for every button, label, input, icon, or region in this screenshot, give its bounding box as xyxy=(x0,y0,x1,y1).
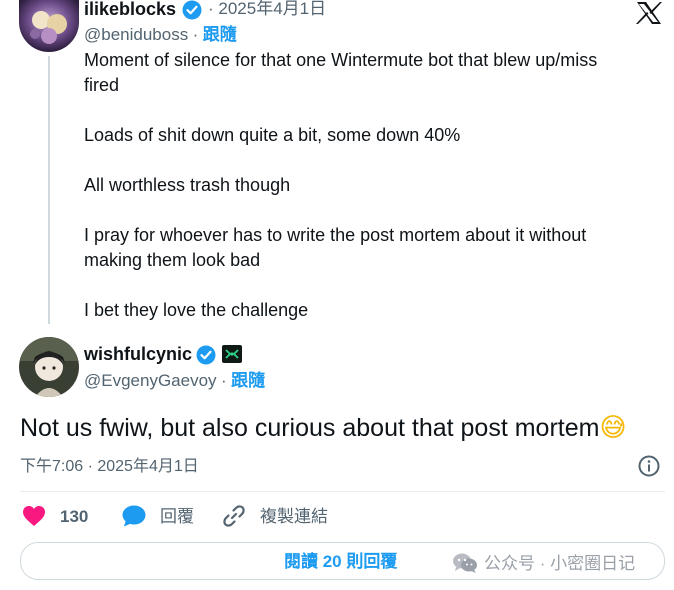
sweat-smile-emoji: 😅 xyxy=(599,413,627,443)
reply-label[interactable]: 回覆 xyxy=(160,506,194,528)
tweet-timestamp[interactable]: · 2025年4月1日 xyxy=(208,0,326,20)
reply-icon[interactable] xyxy=(121,504,147,528)
verified-icon xyxy=(182,0,202,20)
tweet-text: Moment of silence for that one Wintermut… xyxy=(84,50,598,320)
read-replies-label[interactable]: 閱讀 20 則回覆 xyxy=(284,551,397,573)
like-count[interactable]: 130 xyxy=(60,506,88,528)
follow-button[interactable]: 跟隨 xyxy=(203,25,237,44)
divider xyxy=(20,491,665,492)
follow-button[interactable]: 跟隨 xyxy=(231,371,265,390)
verified-icon xyxy=(196,345,216,365)
affiliate-badge-icon[interactable] xyxy=(222,345,242,363)
info-icon[interactable] xyxy=(638,455,660,477)
handle[interactable]: @beniduboss xyxy=(84,25,188,44)
handle-separator: · xyxy=(221,371,227,390)
thread-connector xyxy=(48,56,50,324)
avatar[interactable] xyxy=(19,337,79,397)
handle-separator: · xyxy=(192,25,199,44)
watermark-text: 公众号 · 小密圈日记 xyxy=(484,554,636,573)
display-name[interactable]: ilikeblocks xyxy=(84,0,176,20)
avatar[interactable] xyxy=(19,0,79,52)
handle[interactable]: @EvgenyGaevoy xyxy=(84,371,217,390)
wechat-icon xyxy=(452,552,478,574)
like-icon[interactable] xyxy=(22,505,46,527)
main-tweet-text-row: Not us fwiw, but also curious about that… xyxy=(20,412,627,444)
close-icon[interactable] xyxy=(634,0,664,26)
link-icon[interactable] xyxy=(222,504,246,528)
tweet-text: Not us fwiw, but also curious about that… xyxy=(20,414,600,442)
copy-link-label[interactable]: 複製連結 xyxy=(260,506,328,528)
handle-row: @beniduboss · 跟隨 xyxy=(84,24,237,47)
handle-row: @EvgenyGaevoy · 跟隨 xyxy=(84,370,265,393)
tweet-timestamp[interactable]: 下午7:06 · 2025年4月1日 xyxy=(20,456,199,478)
display-name[interactable]: wishfulcynic xyxy=(84,343,192,365)
